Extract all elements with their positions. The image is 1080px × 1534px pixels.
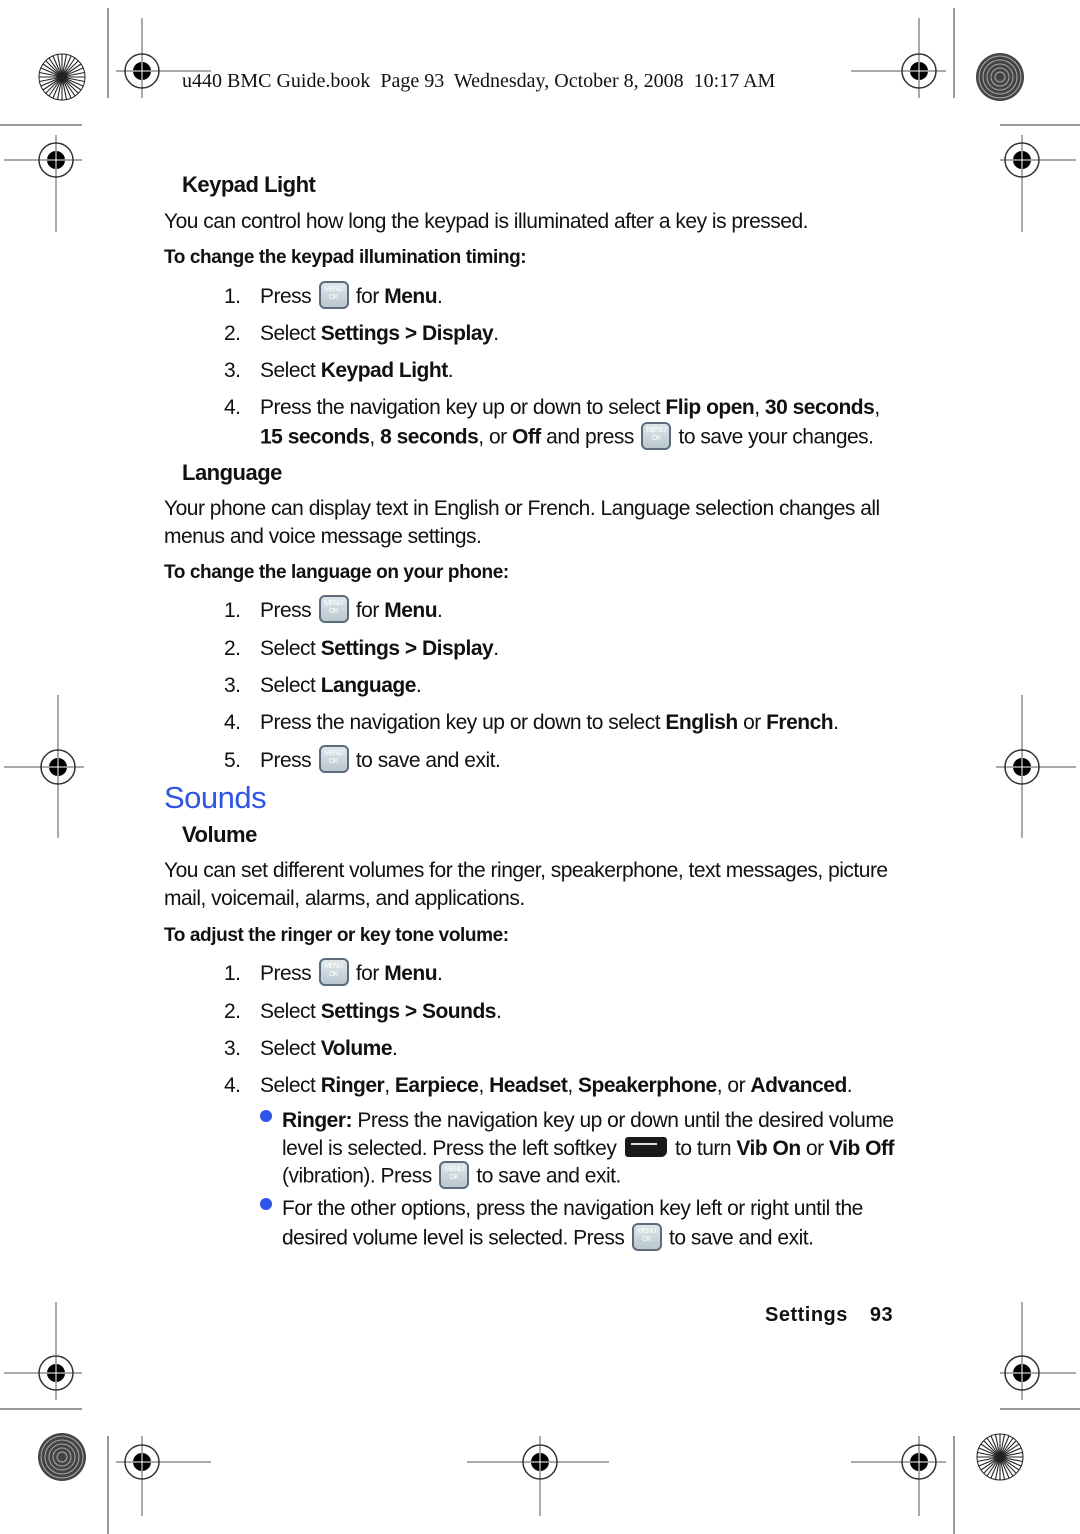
bullet-ringer-line3: (vibration). Press to save and exit. xyxy=(282,1161,621,1191)
keypad-step-1: 1.Press for Menu. xyxy=(224,281,443,311)
footer-section: Settings xyxy=(765,1304,848,1326)
bullet-other-line2: desired volume level is selected. Press … xyxy=(282,1223,814,1253)
bullet-ringer-line2: level is selected. Press the left softke… xyxy=(282,1137,894,1160)
volume-intro: You can set different volumes for the ri… xyxy=(164,859,888,910)
print-header: u440 BMC Guide.book Page 93 Wednesday, O… xyxy=(182,70,776,92)
volume-procedure-title: To adjust the ringer or key tone volume: xyxy=(164,925,509,946)
keypad-step-3: 3. Select Keypad Light. xyxy=(224,359,454,382)
volume-step-4: 4. Select Ringer, Earpiece, Headset, Spea… xyxy=(224,1074,853,1097)
menu-ok-key-icon xyxy=(318,745,349,774)
concentric-circle-icon xyxy=(37,1432,87,1482)
bullet-ringer-line1: Ringer: Press the navigation key up or d… xyxy=(282,1109,894,1132)
keypad-procedure-title: To change the keypad illumination timing… xyxy=(164,247,527,268)
menu-ok-key-icon xyxy=(439,1161,470,1189)
menu-ok-key-icon xyxy=(318,281,349,310)
sounds-section-title: Sounds xyxy=(164,780,267,815)
language-step-5: 5.Press to save and exit. xyxy=(224,745,501,775)
starburst-icon xyxy=(976,1433,1024,1481)
language-step-4: 4. Press the navigation key up or down to… xyxy=(224,711,839,734)
concentric-circle-icon xyxy=(975,52,1025,102)
bullet-other-line1: For the other options, press the navigat… xyxy=(282,1197,863,1220)
keypad-step-4: 4. Press the navigation key up or down to… xyxy=(224,396,880,419)
language-intro: Your phone can display text in English o… xyxy=(164,497,880,548)
menu-ok-key-icon xyxy=(631,1223,662,1251)
keypad-step-2: 2. Select Settings > Display. xyxy=(224,322,499,345)
language-step-3: 3. Select Language. xyxy=(224,674,422,697)
keypad-step-4-cont: 15 seconds, 8 seconds, or Off and press … xyxy=(260,422,874,452)
volume-step-2: 2. Select Settings > Sounds. xyxy=(224,1000,502,1023)
page-footer: Settings 93 xyxy=(765,1304,893,1327)
starburst-icon xyxy=(38,53,86,101)
keypad-light-intro: You can control how long the keypad is i… xyxy=(164,210,808,233)
bullet-dot xyxy=(260,1198,272,1210)
page-number: 93 xyxy=(869,1304,894,1326)
left-softkey-icon xyxy=(624,1137,667,1158)
volume-step-3: 3. Select Volume. xyxy=(224,1037,398,1060)
menu-ok-key-icon xyxy=(318,595,349,624)
language-step-2: 2. Select Settings > Display. xyxy=(224,637,499,660)
keypad-light-heading: Keypad Light xyxy=(182,172,316,197)
menu-ok-key-icon xyxy=(318,958,349,987)
volume-step-1: 1.Press for Menu. xyxy=(224,958,443,988)
bullet-dot xyxy=(260,1110,272,1122)
menu-ok-key-icon xyxy=(641,422,672,450)
language-step-1: 1.Press for Menu. xyxy=(224,595,443,625)
language-heading: Language xyxy=(182,460,282,485)
volume-heading: Volume xyxy=(182,822,257,847)
language-procedure-title: To change the language on your phone: xyxy=(164,562,509,583)
